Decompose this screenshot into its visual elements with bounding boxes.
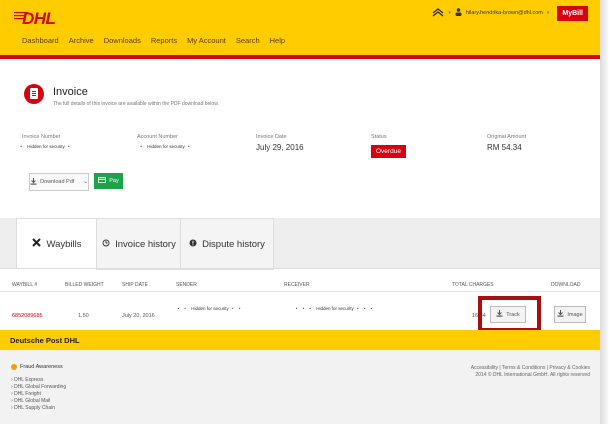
nav-reports[interactable]: Reports xyxy=(151,36,177,45)
col-header-download[interactable]: DOWNLOAD xyxy=(551,282,580,288)
pay-label: Pay xyxy=(109,178,119,184)
account-number-value: • Hidden for security • xyxy=(140,144,192,149)
tab-label: Dispute history xyxy=(202,238,265,250)
mybill-logo[interactable]: MyBill xyxy=(557,5,588,21)
col-header-ship-date[interactable]: SHIP DATE xyxy=(122,282,148,288)
fraud-awareness-label: Fraud Awareness xyxy=(20,364,63,370)
invoice-date-label: Invoice Date xyxy=(256,134,287,140)
user-icon xyxy=(455,8,462,18)
history-icon xyxy=(102,239,110,250)
collapse-chevron-icon[interactable] xyxy=(432,8,444,18)
plane-icon xyxy=(32,238,42,250)
nav-help[interactable]: Help xyxy=(270,36,285,45)
footer-link-freight[interactable]: › DHL Freight xyxy=(11,391,41,397)
nav-dashboard[interactable]: Dashboard xyxy=(22,36,59,45)
main-nav: Dashboard Archive Downloads Reports My A… xyxy=(22,36,295,45)
tab-label: Invoice history xyxy=(115,238,176,250)
original-amount-value: RM 54.34 xyxy=(487,143,522,152)
status-badge: Overdue xyxy=(371,145,406,158)
nav-downloads[interactable]: Downloads xyxy=(104,36,141,45)
col-header-billed-weight[interactable]: BILLED WEIGHT xyxy=(65,282,104,288)
page-shadow xyxy=(600,0,610,424)
invoice-number-label: Invoice Number xyxy=(22,134,61,140)
alert-icon xyxy=(189,239,197,250)
col-header-receiver[interactable]: RECEIVER xyxy=(284,282,310,288)
user-menu-chevron-icon[interactable]: ▾ xyxy=(547,10,550,16)
nav-my-account[interactable]: My Account xyxy=(187,36,226,45)
footer-link-global-mail[interactable]: › DHL Global Mail xyxy=(11,398,50,404)
invoice-date-value: July 29, 2016 xyxy=(256,143,304,152)
user-email[interactable]: hilary.hendrika-brown@dhl.com xyxy=(466,10,543,16)
top-header: DHL ▾ hilary.hendrika-brown@dhl.com ▾ My… xyxy=(0,0,600,55)
col-header-sender[interactable]: SENDER xyxy=(176,282,197,288)
image-label: Image xyxy=(567,311,583,318)
user-bar: ▾ hilary.hendrika-brown@dhl.com ▾ MyBill xyxy=(432,5,588,21)
page-frame: DHL ▾ hilary.hendrika-brown@dhl.com ▾ My… xyxy=(0,0,600,424)
download-pdf-label: Download Pdf xyxy=(40,179,75,185)
track-highlight-box xyxy=(478,296,541,332)
credit-card-icon xyxy=(98,177,107,185)
warning-icon xyxy=(11,364,17,370)
invoice-icon xyxy=(24,84,44,104)
download-icon xyxy=(557,310,564,319)
chevron-down-icon[interactable]: ▾ xyxy=(448,10,451,16)
account-number-label: Account Number xyxy=(137,134,178,140)
billed-weight-cell: 1.50 xyxy=(78,313,89,319)
chevron-down-icon: ⌄ xyxy=(83,179,88,185)
download-icon xyxy=(30,177,37,187)
tab-divider xyxy=(0,268,600,269)
tab-waybills[interactable]: Waybills xyxy=(16,218,98,269)
col-header-waybill[interactable]: WAYBILL # xyxy=(12,282,37,288)
fraud-awareness-link[interactable]: Fraud Awareness xyxy=(11,364,63,370)
download-pdf-dropdown[interactable]: Download Pdf ⌄ xyxy=(29,173,89,191)
legal-links[interactable]: Accessibility | Terms & Conditions | Pri… xyxy=(471,365,590,371)
page-subtitle: The full details of this invoice are ava… xyxy=(53,101,219,107)
header-divider xyxy=(0,55,600,59)
footer-link-global-forwarding[interactable]: › DHL Global Forwarding xyxy=(11,384,66,390)
sender-cell: • • Hidden for security • • xyxy=(177,306,243,311)
footer-brand: Deutsche Post DHL xyxy=(10,336,80,345)
waybill-link[interactable]: 6852089685 xyxy=(12,313,43,319)
invoice-number-value: • Hidden for security • xyxy=(20,144,72,149)
original-amount-label: Original Amount xyxy=(487,134,527,140)
copyright: 2014 © DHL International GmbH. All right… xyxy=(475,372,590,378)
footer-link-dhl-express[interactable]: › DHL Express xyxy=(11,377,43,383)
tab-invoice-history[interactable]: Invoice history xyxy=(96,218,182,270)
col-header-total-charges[interactable]: TOTAL CHARGES xyxy=(452,282,494,288)
dhl-logo[interactable]: DHL xyxy=(22,9,56,29)
image-button[interactable]: Image xyxy=(554,306,586,323)
ship-date-cell: July 20, 2016 xyxy=(122,313,155,319)
pay-button[interactable]: Pay xyxy=(94,173,123,189)
tab-label: Waybills xyxy=(46,238,82,250)
nav-archive[interactable]: Archive xyxy=(69,36,94,45)
page-title: Invoice xyxy=(53,86,88,98)
footer-brand-bar xyxy=(0,330,600,350)
footer-link-supply-chain[interactable]: › DHL Supply Chain xyxy=(11,405,55,411)
receiver-cell: • • • Hidden for security • • • xyxy=(295,306,375,311)
nav-search[interactable]: Search xyxy=(236,36,260,45)
status-label: Status xyxy=(371,134,387,140)
tab-dispute-history[interactable]: Dispute history xyxy=(180,218,274,270)
footer xyxy=(0,350,600,424)
